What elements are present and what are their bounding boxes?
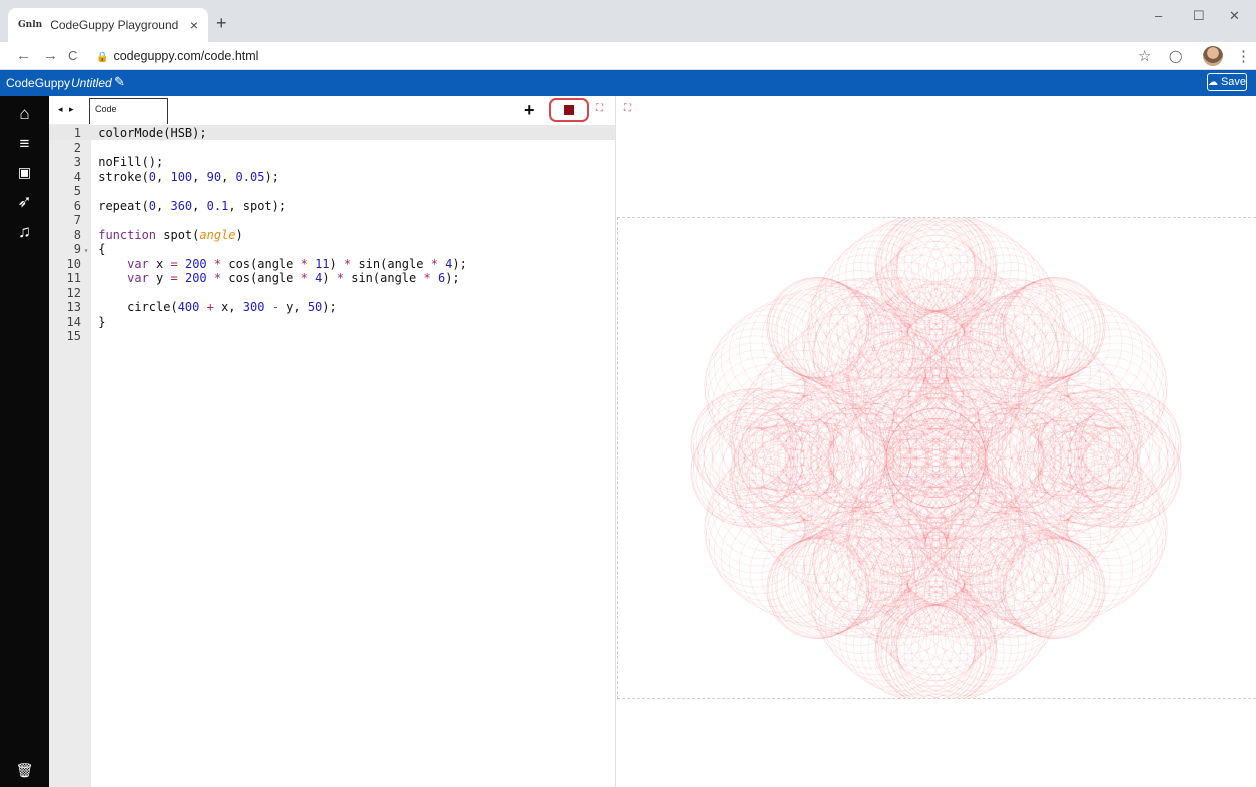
left-sidebar: ⌂ ≡ ▣ ➶ ♫ 🗑	[0, 96, 49, 787]
pencil-icon[interactable]: ✎	[114, 74, 125, 90]
line-number: 1	[73, 126, 81, 140]
app-header: CodeGuppy Untitled ✎	[0, 70, 1256, 96]
stop-icon	[564, 105, 574, 115]
drawing-canvas	[690, 218, 1182, 698]
project-name[interactable]: Untitled	[71, 76, 112, 90]
line-source: var x = 200 * cos(angle * 11) * sin(angl…	[127, 256, 467, 271]
bookmark-star-icon[interactable]: ☆	[1138, 47, 1151, 65]
line-number: 4	[73, 169, 81, 184]
add-file-button[interactable]: +	[524, 100, 535, 121]
new-tab-button[interactable]: +	[216, 13, 227, 34]
fullscreen-canvas-icon[interactable]: ⛶	[624, 103, 631, 114]
brand-label[interactable]: CodeGuppy	[6, 76, 70, 90]
reload-button[interactable]: C	[68, 48, 77, 63]
code-line[interactable]: 12	[49, 286, 615, 301]
codeguppy-favicon-icon: Gnln	[18, 20, 43, 30]
code-line[interactable]: 9 ▾ {	[49, 242, 615, 257]
lock-icon: 🔒	[96, 52, 109, 63]
code-line[interactable]: 1 colorMode(HSB);	[49, 126, 615, 141]
code-line[interactable]: 4 stroke(0, 100, 90, 0.05);	[49, 170, 615, 185]
code-line[interactable]: 13 circle(400 + x, 300 - y, 50);	[49, 300, 615, 315]
line-number: 12	[66, 285, 81, 300]
profile-avatar[interactable]	[1203, 46, 1223, 66]
line-source	[91, 213, 98, 227]
line-number: 9	[73, 242, 81, 256]
stop-button[interactable]	[549, 98, 589, 122]
line-source: {	[91, 242, 106, 256]
save-label: Save	[1220, 76, 1247, 88]
extension-icon[interactable]: ◯	[1169, 49, 1182, 63]
line-number: 14	[66, 314, 81, 329]
line-source: function spot(angle)	[98, 227, 243, 242]
line-number: 5	[73, 184, 81, 198]
rocket-icon[interactable]: ➶	[0, 192, 49, 212]
canvas-preview[interactable]	[617, 217, 1256, 699]
browser-tab-bar: Gnln CodeGuppy Playground × + – ☐ ✕	[0, 0, 1256, 42]
line-source: noFill();	[91, 155, 164, 169]
toggle-panel-arrows-icon[interactable]: ◂ ▸	[58, 104, 76, 115]
code-line[interactable]: 8 function spot(angle)	[49, 228, 615, 243]
line-number: 13	[66, 300, 81, 314]
code-line[interactable]: 6 repeat(0, 360, 0.1, spot);	[49, 199, 615, 214]
line-source: colorMode(HSB);	[91, 126, 207, 140]
line-number: 11	[66, 271, 81, 285]
code-line[interactable]: 3 noFill();	[49, 155, 615, 170]
browser-toolbar: ← → C 🔒 codeguppy.com/code.html ☆ ◯ ⋮	[0, 42, 1256, 70]
code-line[interactable]: 11 var y = 200 * cos(angle * 4) * sin(an…	[49, 271, 615, 286]
code-line[interactable]: 7	[49, 213, 615, 228]
line-source: circle(400 + x, 300 - y, 50);	[91, 300, 337, 314]
art-circles	[690, 218, 1182, 698]
line-source: repeat(0, 360, 0.1, spot);	[91, 198, 287, 213]
browser-tab[interactable]: Gnln CodeGuppy Playground ×	[8, 8, 208, 42]
back-button[interactable]: ←	[16, 47, 31, 64]
line-number: 3	[73, 155, 81, 169]
line-source	[91, 286, 98, 300]
url-text: codeguppy.com/code.html	[113, 49, 259, 63]
code-tab[interactable]: Code	[89, 98, 168, 124]
line-source: stroke(0, 100, 90, 0.05);	[91, 169, 279, 184]
line-number: 15	[66, 329, 81, 343]
music-icon[interactable]: ♫	[0, 222, 49, 242]
save-button[interactable]: ☁ Save	[1207, 73, 1247, 91]
address-bar[interactable]: 🔒 codeguppy.com/code.html	[96, 49, 258, 63]
fullscreen-editor-icon[interactable]: ⛶	[596, 103, 603, 114]
code-tab-label: Code	[95, 104, 117, 114]
code-line[interactable]: 5	[49, 184, 615, 199]
line-number: 8	[73, 227, 81, 242]
maximize-button[interactable]: ☐	[1193, 8, 1205, 24]
code-line[interactable]: 2	[49, 141, 615, 156]
line-source: }	[91, 314, 106, 329]
line-number: 10	[66, 256, 81, 271]
panel-divider[interactable]	[615, 96, 616, 787]
tab-title: CodeGuppy Playground	[50, 18, 179, 32]
line-source	[91, 184, 98, 198]
menu-icon[interactable]: ≡	[0, 134, 49, 154]
trash-icon[interactable]: 🗑	[0, 762, 49, 779]
code-line[interactable]: 14 }	[49, 315, 615, 330]
browser-menu-icon[interactable]: ⋮	[1236, 47, 1251, 65]
line-source	[91, 141, 98, 155]
line-source: var y = 200 * cos(angle * 4) * sin(angle…	[127, 271, 460, 285]
image-icon[interactable]: ▣	[0, 164, 49, 181]
forward-button[interactable]: →	[43, 47, 58, 64]
cloud-icon: ☁	[1207, 76, 1218, 88]
line-number: 7	[73, 213, 81, 227]
window-close-button[interactable]: ✕	[1229, 8, 1240, 24]
code-line[interactable]: 10 var x = 200 * cos(angle * 11) * sin(a…	[49, 257, 615, 272]
line-number: 6	[73, 198, 81, 213]
minimize-button[interactable]: –	[1155, 8, 1162, 23]
line-source	[91, 329, 98, 343]
tab-close-icon[interactable]: ×	[190, 17, 198, 33]
code-line[interactable]: 15	[49, 329, 615, 344]
home-icon[interactable]: ⌂	[0, 104, 49, 124]
line-number: 2	[73, 140, 81, 155]
